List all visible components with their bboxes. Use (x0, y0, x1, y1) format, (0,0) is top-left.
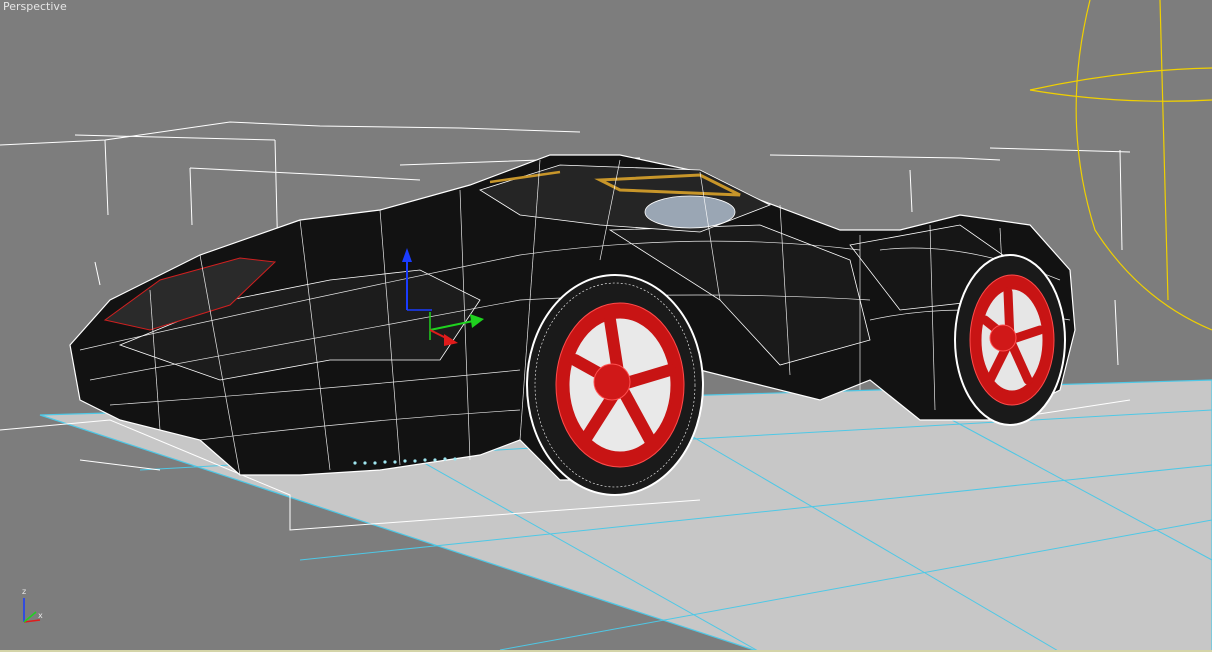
rear-wheel (954, 254, 1066, 426)
scene-canvas[interactable]: z x (0, 0, 1212, 652)
front-wheel (526, 274, 704, 496)
axis-tripod-icon: z x (22, 587, 43, 623)
axis-label-z: z (22, 587, 26, 596)
axis-label-x: x (38, 611, 43, 620)
viewport-label[interactable]: Perspective (3, 0, 67, 14)
perspective-viewport[interactable]: z x Perspective (0, 0, 1212, 652)
